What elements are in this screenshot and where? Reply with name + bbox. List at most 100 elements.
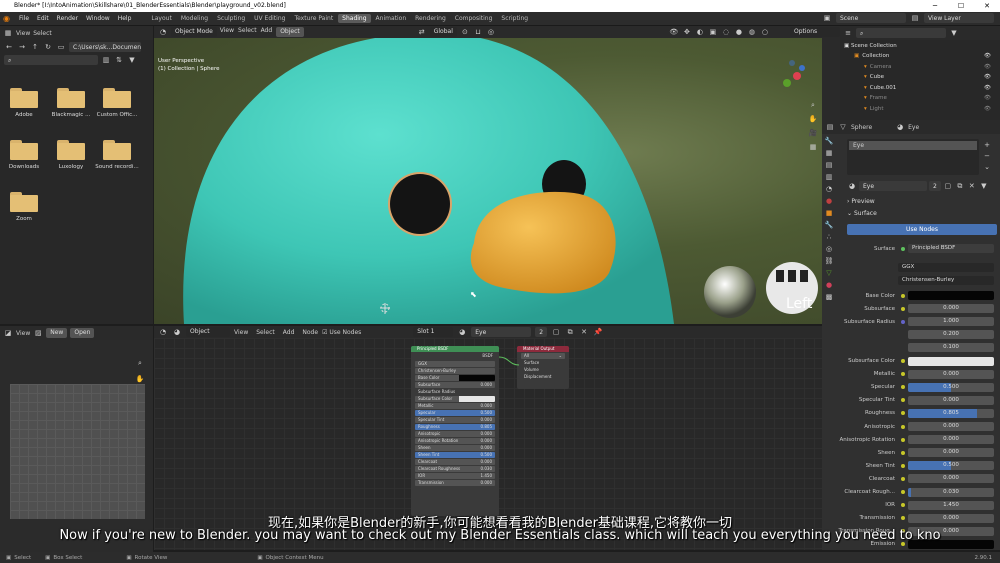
folder-label[interactable]: Custom Offic...	[92, 112, 142, 118]
outliner-item-cube-001[interactable]: ▾ Cube.001 👁	[864, 83, 991, 93]
pin-icon[interactable]: 📌	[593, 327, 603, 337]
viewport-menu-select[interactable]: Select	[238, 27, 257, 37]
unlink-material-icon[interactable]: ✕	[967, 181, 977, 191]
menu-render[interactable]: Render	[57, 15, 78, 22]
surface-shader-field[interactable]: Principled BSDF	[908, 244, 994, 253]
material-user-count[interactable]: 2	[929, 181, 941, 191]
bsdf-row[interactable]: Sheen Tint 0.500	[415, 452, 495, 458]
tool-tab-icon[interactable]: 🔧	[824, 136, 834, 146]
visibility-icon[interactable]: 👁	[669, 27, 679, 37]
material-filter-icon[interactable]: ▼	[979, 181, 989, 191]
tab-sculpting[interactable]: Sculpting	[213, 14, 249, 23]
outliner-item-camera[interactable]: ▾ Camera 👁	[864, 62, 991, 72]
socket-icon[interactable]	[901, 359, 905, 363]
node-unlink-icon[interactable]: ✕	[579, 327, 589, 337]
add-slot-icon[interactable]: +	[982, 140, 992, 150]
socket-icon[interactable]	[901, 319, 905, 324]
viewport-pan-icon[interactable]: ✋	[808, 114, 818, 124]
socket-icon[interactable]	[901, 437, 905, 442]
file-search-input[interactable]: ⌕	[4, 55, 98, 65]
socket-icon[interactable]	[901, 463, 905, 468]
prop-value-field[interactable]: 0.805	[908, 408, 994, 418]
prop-value-field[interactable]: 0.500	[908, 382, 994, 392]
prop-value-field[interactable]: 0.000	[908, 422, 994, 431]
outliner-item-cube[interactable]: ▾ Cube 👁	[864, 72, 991, 82]
editor-type-icon[interactable]: ▦	[3, 28, 13, 38]
prop-value-field[interactable]: 0.500	[908, 461, 994, 471]
proportional-edit-icon[interactable]: ◎	[486, 27, 496, 37]
overlay-icon[interactable]: ◐	[695, 27, 705, 37]
viewport-zoom-icon[interactable]: ⌕	[808, 100, 818, 110]
viewport-menu-object[interactable]: Object	[276, 27, 304, 37]
tab-texture-paint[interactable]: Texture Paint	[290, 14, 337, 23]
output-target-dropdown[interactable]: All ⌄	[521, 353, 565, 359]
bsdf-row[interactable]: Clearcoat 0.000	[415, 459, 495, 465]
object-tab-icon[interactable]: ■	[824, 208, 834, 218]
gizmo-icon[interactable]: ✥	[682, 27, 692, 37]
wireframe-shading-icon[interactable]: ◌	[721, 27, 731, 37]
visibility-toggle-icon[interactable]: 👁	[984, 62, 991, 72]
bsdf-row[interactable]: Roughness 0.805	[415, 424, 495, 430]
outliner-filter-icon[interactable]: ▼	[949, 28, 959, 38]
folder-label[interactable]: Blackmagic ...	[46, 112, 96, 118]
material-slot-list[interactable]: Eye	[847, 139, 979, 175]
view-layer-icon[interactable]: ▤	[910, 13, 920, 23]
bsdf-row[interactable]: Anisotropic Rotation 0.000	[415, 438, 495, 444]
prop-value-field[interactable]: 0.030	[908, 487, 994, 497]
shader-type-selector[interactable]: Object	[186, 327, 230, 337]
use-nodes-checkbox[interactable]: ☑ Use Nodes	[322, 329, 361, 336]
preview-panel[interactable]: › Preview	[847, 197, 997, 207]
tab-scripting[interactable]: Scripting	[497, 14, 532, 23]
node-menu-select[interactable]: Select	[256, 329, 275, 336]
visibility-toggle-icon[interactable]: 👁	[984, 51, 991, 61]
folder-icon[interactable]	[57, 140, 85, 160]
zoom-icon[interactable]: ⌕	[135, 358, 145, 368]
node-fake-user-icon[interactable]: ▢	[551, 327, 561, 337]
node-editor-type-icon[interactable]: ◔	[158, 327, 168, 337]
folder-label[interactable]: Downloads	[0, 164, 49, 170]
new-folder-icon[interactable]: ▭	[56, 42, 66, 52]
surface-panel[interactable]: ⌄ Surface	[847, 209, 997, 219]
image-browse-icon[interactable]: ▨	[33, 328, 43, 338]
prop-value-field[interactable]: 0.000	[908, 435, 994, 445]
folder-icon[interactable]	[103, 88, 131, 108]
node-menu-add[interactable]: Add	[283, 329, 295, 336]
outliner-search-input[interactable]: ⌕	[856, 28, 946, 38]
use-nodes-button[interactable]: Use Nodes	[847, 224, 997, 235]
folder-icon[interactable]	[10, 140, 38, 160]
tab-shading[interactable]: Shading	[338, 14, 371, 23]
prop-value-field[interactable]: 0.000	[908, 474, 994, 484]
pan-hand-icon[interactable]: ✋	[135, 374, 145, 384]
folder-label[interactable]: Zoom	[0, 216, 49, 222]
forward-icon[interactable]: →	[17, 42, 27, 52]
subsurface-method-dropdown[interactable]: Christensen-Burley	[898, 276, 994, 285]
bsdf-row[interactable]: Clearcoat Roughness 0.030	[415, 466, 495, 472]
bsdf-row[interactable]: Anisotropic 0.000	[415, 431, 495, 437]
viewport-type-icon[interactable]: ◔	[158, 27, 168, 37]
outliner-item-frame[interactable]: ▾ Frame 👁	[864, 93, 991, 103]
refresh-icon[interactable]: ↻	[43, 42, 53, 52]
remove-slot-icon[interactable]: −	[982, 151, 992, 161]
rendered-shading-icon[interactable]: ○	[760, 27, 770, 37]
pivot-icon[interactable]: ⊙	[460, 27, 470, 37]
parent-dir-icon[interactable]: ↑	[30, 42, 40, 52]
world-tab-icon[interactable]: ●	[824, 196, 834, 206]
folder-icon[interactable]	[103, 140, 131, 160]
image-open-button[interactable]: Open	[70, 328, 95, 338]
view-layer-tab-icon[interactable]: ▥	[824, 172, 834, 182]
sort-icon[interactable]: ⇅	[114, 55, 124, 65]
material-output-node[interactable]: Material Output All ⌄ Surface Volume Displa…	[517, 346, 569, 389]
node-material-icon[interactable]: ◕	[457, 327, 467, 337]
bsdf-row[interactable]: Base Color	[415, 375, 495, 381]
socket-icon[interactable]	[901, 372, 905, 377]
socket-icon[interactable]	[901, 490, 905, 494]
bsdf-row[interactable]: Metallic 0.000	[415, 403, 495, 409]
fake-user-icon[interactable]: ▢	[943, 181, 953, 191]
bsdf-row[interactable]: Transmission 0.000	[415, 480, 495, 486]
menu-edit[interactable]: Edit	[37, 15, 49, 22]
slot-specials-icon[interactable]: ⌄	[982, 162, 992, 172]
orientation-selector[interactable]: Global	[429, 27, 457, 37]
solid-shading-icon[interactable]: ●	[734, 27, 744, 37]
node-menu-node[interactable]: Node	[302, 329, 318, 336]
file-select-menu[interactable]: Select	[33, 30, 52, 37]
